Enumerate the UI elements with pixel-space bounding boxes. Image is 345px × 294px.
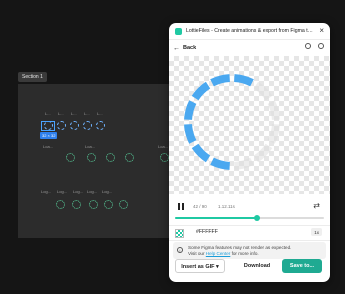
scale-dropdown[interactable]: 1x [311,228,322,236]
section-label[interactable]: Section 1 [18,72,47,82]
loader-ring-layer[interactable] [96,121,105,130]
spinner-segment [184,100,197,120]
spinner-segment [253,81,273,101]
layer-label[interactable]: Log... [73,189,83,194]
loader-ring-layer[interactable] [89,200,98,209]
back-bar: ← Back [169,41,330,55]
loading-spinner-animation [184,74,280,170]
insert-as-gif-button[interactable]: Insert as GIF ▾ [175,259,225,273]
playback-scrubber[interactable] [175,215,324,221]
save-to-button[interactable]: Save to... [282,259,322,273]
refresh-icon[interactable] [318,43,324,49]
notice-text: Some Figma features may not render as ex… [188,245,323,257]
layer-label[interactable]: L... [71,111,77,116]
loader-ring-layer[interactable] [106,153,115,162]
layer-label[interactable]: L... [97,111,103,116]
spinner-segment [191,81,211,101]
loader-ring-layer[interactable] [72,200,81,209]
layer-label[interactable]: L... [58,111,64,116]
notice-line-2-prefix: Visit our [188,251,206,256]
history-icon[interactable] [305,43,311,49]
render-notice: i Some Figma features may not render as … [173,242,326,259]
spinner-segment [191,143,211,163]
spinner-segment [184,124,197,144]
loader-ring-layer[interactable] [57,121,66,130]
selection-size-tag: 32 × 32 [40,132,58,139]
notice-line-2-suffix: for more info. [230,251,259,256]
layer-label[interactable]: Log... [57,189,67,194]
spinner-segment [210,157,230,170]
loader-ring-layer[interactable] [104,200,113,209]
spinner-segment [253,143,273,163]
frame-counter: 42 / 90 [193,204,207,209]
loader-ring-layer[interactable] [160,153,169,162]
time-counter: 1.12.11s [218,204,235,209]
notice-line-1: Some Figma features may not render as ex… [188,245,292,250]
spinner-segment [210,74,230,87]
spinner-segment [234,74,254,87]
download-button[interactable]: Download [237,259,277,273]
animation-preview [169,56,330,194]
chevron-down-icon: ▾ [216,264,219,270]
help-center-link[interactable]: Help Center [206,251,231,256]
loader-ring-layer[interactable] [56,200,65,209]
lottiefiles-logo-icon [175,27,182,35]
back-button[interactable]: Back [183,45,196,51]
close-icon[interactable]: × [319,26,324,35]
loader-ring-layer[interactable] [119,200,128,209]
selection-box[interactable] [41,121,55,131]
spinner-segment [267,100,280,120]
layer-label[interactable]: Loa... [158,144,168,149]
layer-label[interactable]: L... [45,111,51,116]
spinner-segment [267,124,280,144]
scrubber-progress [175,217,257,219]
spinner-segment [234,157,254,170]
pause-icon[interactable] [178,203,184,210]
layer-label[interactable]: Loa... [85,144,95,149]
background-color-value[interactable]: #FFFFFF [196,229,218,235]
background-color-row: #FFFFFF 1x [169,225,330,241]
loop-icon[interactable]: ⇄ [313,201,320,210]
plugin-titlebar: LottieFiles - Create animations & export… [169,23,330,40]
scrubber-handle[interactable] [253,215,260,221]
loader-ring-layer[interactable] [83,121,92,130]
arrow-left-icon[interactable]: ← [173,45,180,52]
playback-controls: 42 / 90 1.12.11s ⇄ [169,197,330,219]
insert-as-gif-label: Insert as GIF [181,264,215,270]
lottiefiles-plugin-panel: LottieFiles - Create animations & export… [169,23,330,282]
loader-ring-layer[interactable] [70,121,79,130]
info-icon: i [177,247,183,253]
loader-ring-layer[interactable] [66,153,75,162]
layer-label[interactable]: Log... [87,189,97,194]
background-swatch[interactable] [175,229,184,238]
layer-label[interactable]: L... [84,111,90,116]
plugin-title: LottieFiles - Create animations & export… [186,28,314,34]
layer-label[interactable]: Loa... [43,144,53,149]
layer-label[interactable]: Log... [41,189,51,194]
loader-ring-layer[interactable] [125,153,134,162]
loader-ring-layer[interactable] [87,153,96,162]
layer-label[interactable]: Log... [102,189,112,194]
